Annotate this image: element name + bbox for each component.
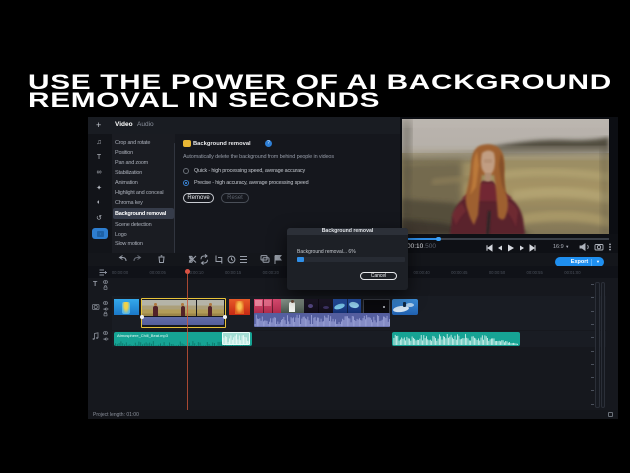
- svg-text:T: T: [93, 281, 98, 288]
